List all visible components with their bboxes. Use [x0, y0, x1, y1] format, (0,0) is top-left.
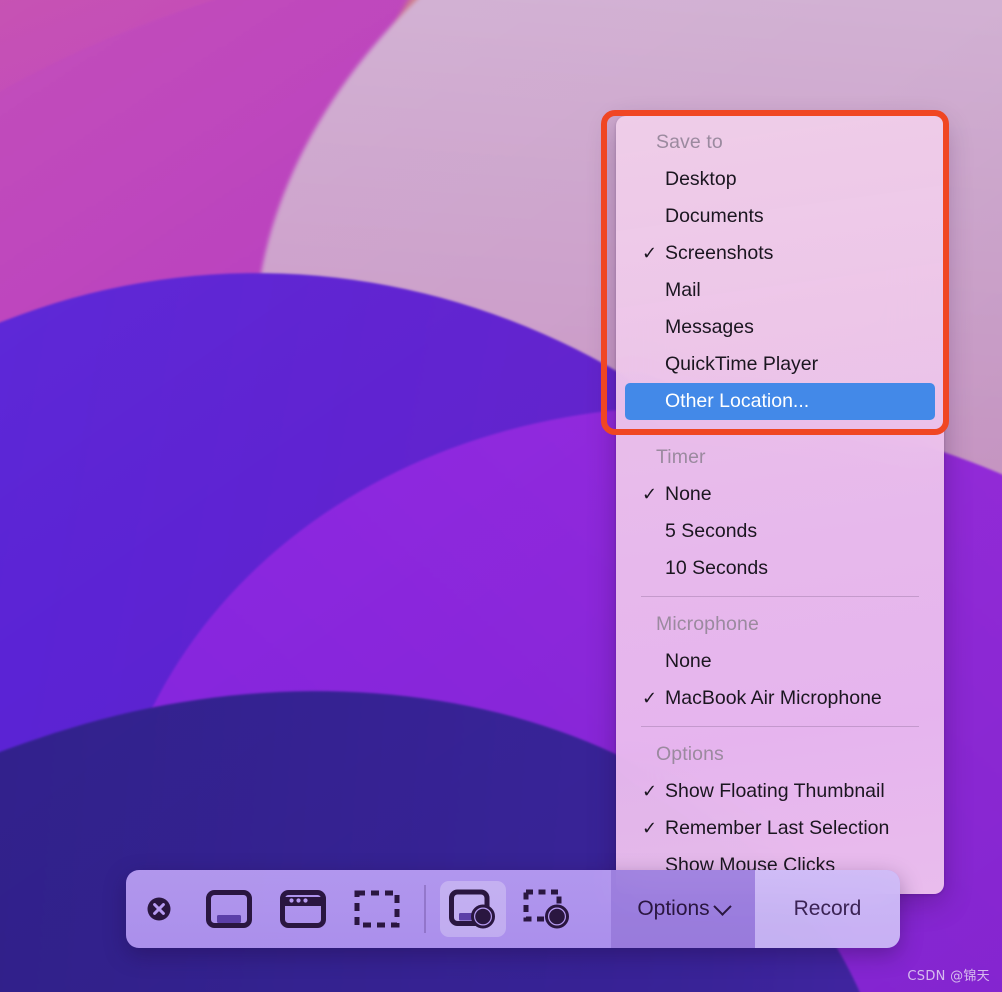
menu-separator-3 — [641, 726, 919, 727]
display-icon — [206, 890, 252, 928]
menu-item-timer-10-seconds[interactable]: ✓ 10 Seconds — [625, 550, 935, 587]
checkmark-icon: ✓ — [642, 484, 658, 504]
display-record-icon — [448, 889, 495, 929]
record-button[interactable]: Record — [755, 870, 900, 948]
menu-item-microphone-none[interactable]: ✓ None — [625, 643, 935, 680]
menu-item-label: Desktop — [665, 168, 737, 190]
chevron-down-icon — [712, 896, 732, 916]
record-button-label: Record — [793, 897, 862, 920]
menu-group-label-options: Options — [656, 743, 724, 765]
menu-group-label-microphone: Microphone — [656, 613, 759, 635]
dashed-rectangle-icon — [354, 890, 400, 928]
menu-item-label: None — [665, 650, 712, 672]
screenshot-options-menu[interactable]: Save to ✓ Desktop ✓ Documents ✓ Screensh… — [616, 116, 944, 894]
menu-item-label: MacBook Air Microphone — [665, 687, 882, 709]
menu-item-timer-5-seconds[interactable]: ✓ 5 Seconds — [625, 513, 935, 550]
record-entire-screen-button[interactable] — [439, 881, 506, 937]
menu-item-label: Show Floating Thumbnail — [665, 780, 885, 802]
menu-item-other-location[interactable]: ✓ Other Location... — [625, 383, 935, 420]
options-button-label: Options — [637, 897, 710, 920]
options-button[interactable]: Options — [611, 870, 755, 948]
menu-separator-2 — [641, 596, 919, 597]
menu-item-show-floating-thumbnail[interactable]: ✓ Show Floating Thumbnail — [625, 773, 935, 810]
checkmark-icon: ✓ — [642, 781, 658, 801]
menu-item-macbook-air-microphone[interactable]: ✓ MacBook Air Microphone — [625, 680, 935, 717]
menu-item-remember-last-selection[interactable]: ✓ Remember Last Selection — [625, 810, 935, 847]
menu-item-label: Screenshots — [665, 242, 774, 264]
menu-item-messages[interactable]: ✓ Messages — [625, 309, 935, 346]
window-icon — [280, 890, 326, 928]
menu-item-desktop[interactable]: ✓ Desktop — [625, 161, 935, 198]
menu-item-label: Messages — [665, 316, 754, 338]
capture-entire-screen-button[interactable] — [196, 881, 262, 937]
macos-desktop-screen: Save to ✓ Desktop ✓ Documents ✓ Screensh… — [0, 0, 1002, 992]
checkmark-icon: ✓ — [642, 243, 658, 263]
menu-item-label: Remember Last Selection — [665, 817, 890, 839]
menu-item-label: Mail — [665, 279, 701, 301]
checkmark-icon: ✓ — [642, 818, 658, 838]
menu-item-screenshots[interactable]: ✓ Screenshots — [625, 235, 935, 272]
close-toolbar-button[interactable] — [126, 896, 192, 922]
menu-item-quicktime-player[interactable]: ✓ QuickTime Player — [625, 346, 935, 383]
close-x-icon — [147, 897, 171, 921]
screenshot-toolbar[interactable]: Options Record — [126, 870, 900, 948]
menu-item-label: Documents — [665, 205, 764, 227]
menu-item-label: None — [665, 483, 712, 505]
menu-separator-1 — [641, 429, 919, 430]
menu-item-label: QuickTime Player — [665, 353, 819, 375]
toolbar-divider — [424, 885, 426, 933]
menu-item-timer-none[interactable]: ✓ None — [625, 476, 935, 513]
watermark-text: CSDN @锦天 — [907, 969, 990, 984]
menu-item-label: 10 Seconds — [665, 557, 768, 579]
record-selected-portion-button[interactable] — [514, 881, 580, 937]
menu-item-mail[interactable]: ✓ Mail — [625, 272, 935, 309]
menu-item-label: Other Location... — [665, 390, 810, 412]
menu-item-label: 5 Seconds — [665, 520, 758, 542]
capture-selected-window-button[interactable] — [270, 881, 336, 937]
menu-group-label-timer: Timer — [656, 446, 706, 468]
menu-group-label-save-to: Save to — [656, 131, 723, 153]
capture-selected-portion-button[interactable] — [344, 881, 410, 937]
menu-item-documents[interactable]: ✓ Documents — [625, 198, 935, 235]
dashed-record-icon — [523, 889, 569, 929]
checkmark-icon: ✓ — [642, 688, 658, 708]
